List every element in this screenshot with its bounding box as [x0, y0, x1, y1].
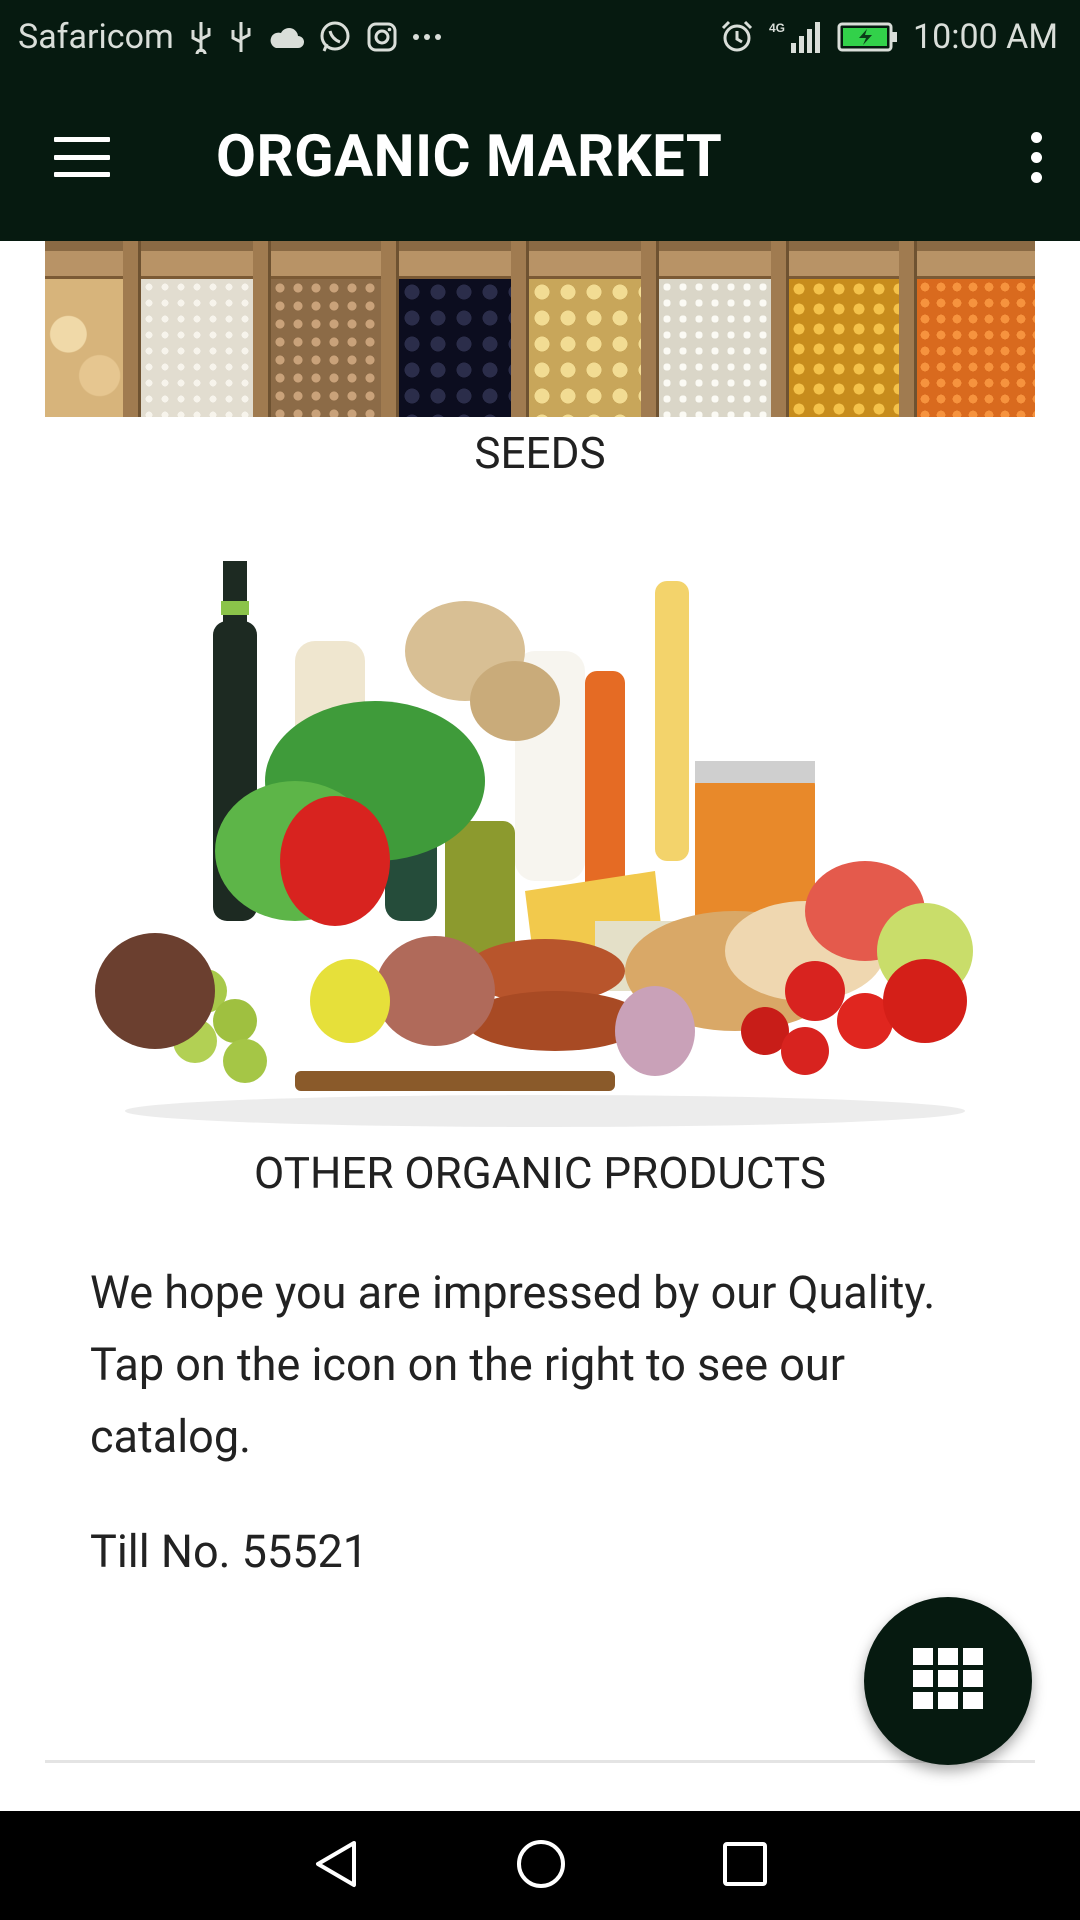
content-scroll[interactable]: SEEDS OTHER ORGANIC PRODUCTS We hope you…: [0, 241, 1080, 1811]
carrier-name: Safaricom: [18, 16, 174, 57]
status-left: Safaricom: [18, 17, 442, 57]
seeds-image[interactable]: [45, 241, 1035, 417]
more-dots-icon: [412, 33, 442, 41]
divider: [45, 1760, 1035, 1763]
app-bar: ORGANIC MARKET: [0, 73, 1080, 241]
instagram-icon: [366, 21, 398, 53]
hamburger-menu-icon: [54, 137, 110, 177]
whatsapp-icon: [318, 20, 352, 54]
clock: 10:00 AM: [913, 16, 1058, 57]
app-title: ORGANIC MARKET: [216, 123, 723, 191]
home-icon: [515, 1838, 567, 1894]
seeds-caption: SEEDS: [474, 427, 606, 479]
catalog-fab-button[interactable]: [864, 1597, 1032, 1765]
navigation-bar: [0, 1811, 1080, 1920]
catalog-message: We hope you are impressed by our Quality…: [90, 1266, 936, 1463]
alarm-icon: [719, 19, 755, 55]
network-label: 4G: [769, 21, 785, 35]
back-icon: [312, 1839, 360, 1893]
grid-catalog-icon: [913, 1648, 983, 1714]
more-vert-icon: [1030, 131, 1042, 183]
organic-products-image[interactable]: [45, 531, 1035, 1127]
back-button[interactable]: [312, 1839, 360, 1893]
home-button[interactable]: [515, 1838, 567, 1894]
usb-icon: [188, 20, 214, 54]
overflow-menu-button[interactable]: [980, 73, 1080, 241]
cloud-icon: [268, 24, 304, 50]
till-number: Till No. 55521: [90, 1525, 369, 1578]
recents-icon: [722, 1841, 768, 1891]
recents-button[interactable]: [722, 1841, 768, 1891]
signal-icon: 4G: [769, 19, 823, 55]
status-bar: Safaricom 4G 10:00 AM: [0, 0, 1080, 73]
battery-charging-icon: [837, 21, 899, 53]
status-right: 4G 10:00 AM: [719, 17, 1058, 57]
hamburger-menu-button[interactable]: [0, 73, 170, 241]
products-caption: OTHER ORGANIC PRODUCTS: [254, 1147, 826, 1199]
usb-icon: [228, 20, 254, 54]
